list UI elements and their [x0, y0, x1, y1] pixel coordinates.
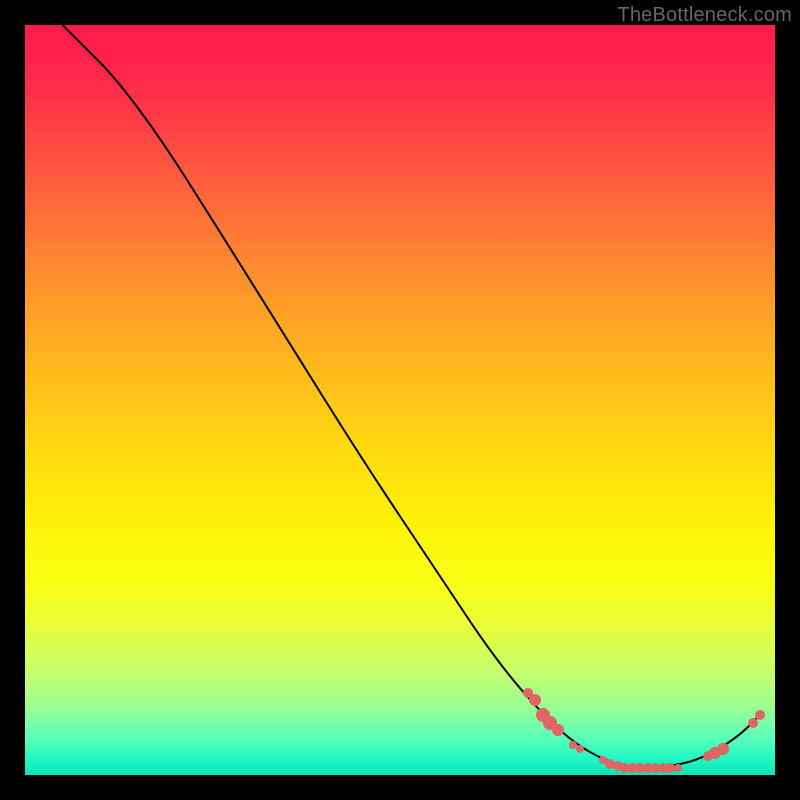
highlight-marker: [755, 710, 765, 720]
highlight-markers: [25, 25, 775, 775]
highlight-marker: [576, 745, 584, 753]
chart-plot-area: [25, 25, 775, 775]
watermark-text: TheBottleneck.com: [617, 4, 792, 27]
highlight-marker: [529, 694, 541, 706]
highlight-marker: [674, 764, 682, 772]
highlight-marker: [552, 724, 564, 736]
highlight-marker: [717, 743, 729, 755]
